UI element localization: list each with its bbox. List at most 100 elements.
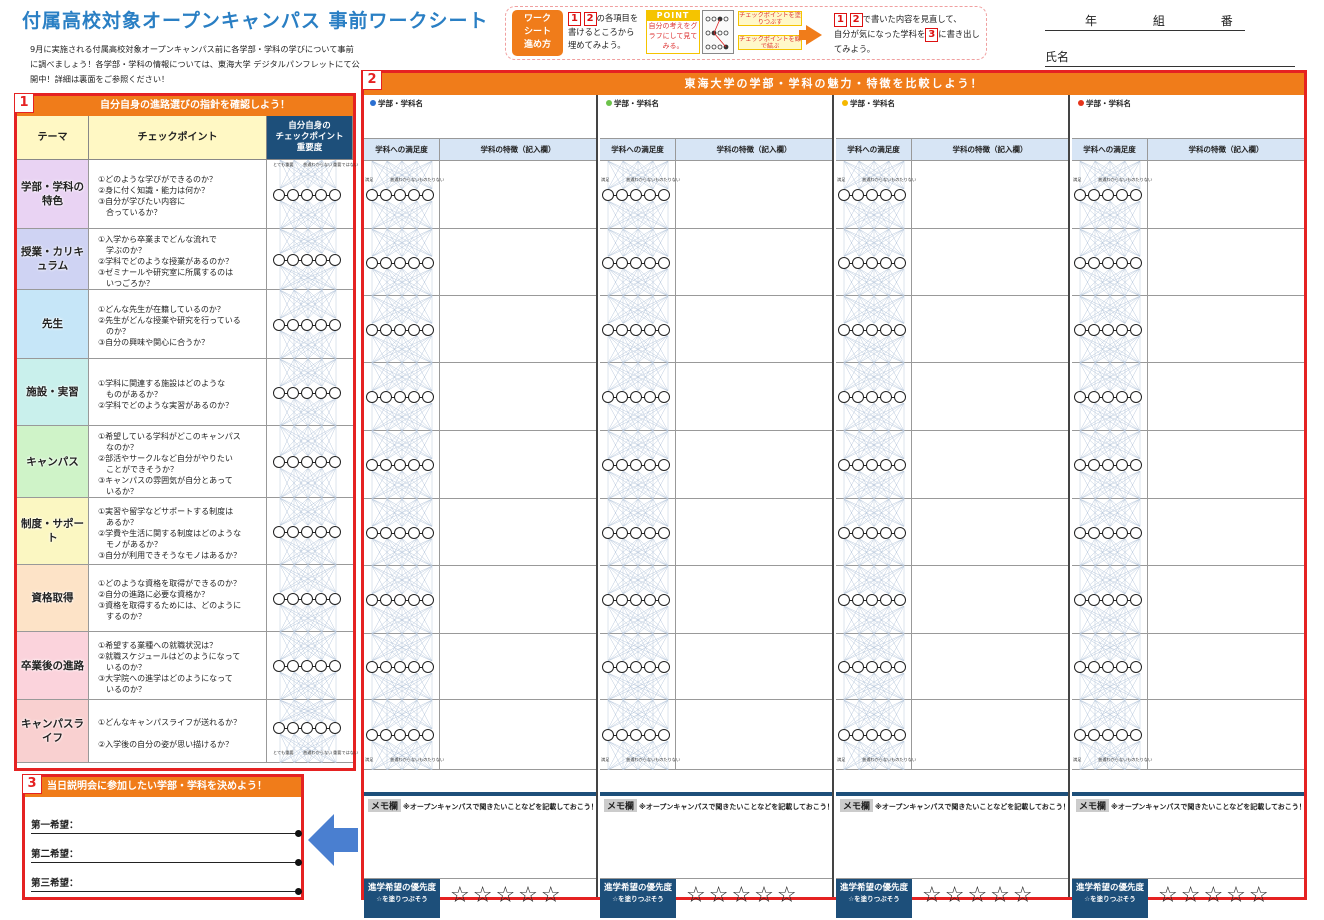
satisfaction-scale[interactable] bbox=[1072, 296, 1148, 363]
satisfaction-option[interactable] bbox=[655, 459, 670, 471]
satisfaction-circles[interactable] bbox=[602, 189, 670, 201]
satisfaction-option[interactable] bbox=[655, 661, 670, 673]
satisfaction-scale[interactable] bbox=[600, 566, 676, 634]
importance-option[interactable] bbox=[326, 525, 341, 538]
wish-3-field[interactable]: 第三希望： bbox=[31, 875, 302, 895]
importance-scale[interactable] bbox=[267, 359, 353, 426]
satisfaction-scale[interactable]: 満足 普通わからない ものたりない bbox=[600, 700, 680, 770]
importance-circles[interactable] bbox=[273, 660, 341, 672]
importance-circles[interactable] bbox=[273, 386, 341, 399]
satisfaction-option[interactable] bbox=[655, 189, 670, 201]
satisfaction-option[interactable] bbox=[419, 256, 434, 269]
satisfaction-option[interactable] bbox=[891, 256, 906, 269]
importance-option[interactable] bbox=[326, 660, 341, 672]
satisfaction-option[interactable] bbox=[1127, 661, 1142, 673]
satisfaction-option[interactable] bbox=[419, 661, 434, 673]
satisfaction-option[interactable] bbox=[1127, 256, 1142, 269]
satisfaction-option[interactable] bbox=[655, 526, 670, 539]
satisfaction-circles[interactable] bbox=[838, 323, 906, 336]
satisfaction-circles[interactable] bbox=[838, 661, 906, 673]
satisfaction-scale[interactable]: 満足 普通わからない ものたりない bbox=[1072, 161, 1152, 229]
satisfaction-circles[interactable] bbox=[602, 459, 670, 471]
satisfaction-circles[interactable] bbox=[602, 729, 670, 741]
satisfaction-option[interactable] bbox=[655, 729, 670, 741]
satisfaction-scale[interactable] bbox=[600, 431, 676, 499]
satisfaction-option[interactable] bbox=[1127, 594, 1142, 606]
satisfaction-option[interactable] bbox=[419, 526, 434, 539]
satisfaction-scale[interactable]: 満足 普通わからない ものたりない bbox=[364, 700, 444, 770]
satisfaction-circles[interactable] bbox=[366, 391, 434, 403]
satisfaction-circles[interactable] bbox=[366, 729, 434, 741]
importance-circles[interactable] bbox=[273, 318, 341, 331]
importance-option[interactable] bbox=[326, 318, 341, 331]
satisfaction-option[interactable] bbox=[1127, 729, 1142, 741]
satisfaction-circles[interactable] bbox=[838, 526, 906, 539]
satisfaction-circles[interactable] bbox=[602, 256, 670, 269]
priority-stars[interactable]: ☆☆☆☆☆ bbox=[922, 883, 1036, 908]
satisfaction-option[interactable] bbox=[655, 594, 670, 606]
satisfaction-scale[interactable] bbox=[364, 363, 440, 431]
importance-scale[interactable] bbox=[267, 565, 353, 632]
satisfaction-circles[interactable] bbox=[838, 459, 906, 471]
importance-circles[interactable] bbox=[273, 722, 341, 734]
priority-stars[interactable]: ☆☆☆☆☆ bbox=[686, 883, 800, 908]
satisfaction-option[interactable] bbox=[891, 459, 906, 471]
importance-scale[interactable] bbox=[267, 632, 353, 700]
satisfaction-scale[interactable] bbox=[1072, 363, 1148, 431]
satisfaction-option[interactable] bbox=[419, 729, 434, 741]
importance-scale[interactable] bbox=[267, 290, 353, 359]
satisfaction-circles[interactable] bbox=[838, 256, 906, 269]
satisfaction-circles[interactable] bbox=[1074, 459, 1142, 471]
satisfaction-scale[interactable] bbox=[600, 634, 676, 700]
priority-stars[interactable]: ☆☆☆☆☆ bbox=[1158, 883, 1272, 908]
importance-circles[interactable] bbox=[273, 188, 341, 201]
importance-circles[interactable] bbox=[273, 525, 341, 538]
satisfaction-option[interactable] bbox=[655, 256, 670, 269]
memo-area[interactable]: メモ欄 ※オープンキャンパスで聞きたいことなどを記載しておこう！ bbox=[836, 792, 1070, 878]
importance-option[interactable] bbox=[326, 722, 341, 734]
satisfaction-circles[interactable] bbox=[838, 729, 906, 741]
satisfaction-circles[interactable] bbox=[366, 256, 434, 269]
satisfaction-circles[interactable] bbox=[1074, 594, 1142, 606]
satisfaction-option[interactable] bbox=[419, 459, 434, 471]
importance-scale[interactable] bbox=[267, 498, 353, 565]
satisfaction-option[interactable] bbox=[655, 391, 670, 403]
satisfaction-option[interactable] bbox=[419, 323, 434, 336]
satisfaction-circles[interactable] bbox=[366, 459, 434, 471]
satisfaction-circles[interactable] bbox=[366, 661, 434, 673]
department-name-field[interactable]: 学部・学科名 bbox=[364, 95, 596, 139]
satisfaction-option[interactable] bbox=[891, 594, 906, 606]
satisfaction-circles[interactable] bbox=[366, 189, 434, 201]
satisfaction-circles[interactable] bbox=[838, 391, 906, 403]
satisfaction-scale[interactable] bbox=[836, 296, 912, 363]
satisfaction-scale[interactable] bbox=[836, 431, 912, 499]
satisfaction-scale[interactable]: 満足 普通わからない ものたりない bbox=[836, 700, 916, 770]
satisfaction-scale[interactable]: 満足 普通わからない ものたりない bbox=[600, 161, 680, 229]
satisfaction-scale[interactable] bbox=[1072, 634, 1148, 700]
satisfaction-scale[interactable] bbox=[836, 363, 912, 431]
satisfaction-circles[interactable] bbox=[602, 594, 670, 606]
memo-area[interactable]: メモ欄 ※オープンキャンパスで聞きたいことなどを記載しておこう！ bbox=[1072, 792, 1306, 878]
satisfaction-scale[interactable] bbox=[600, 363, 676, 431]
importance-scale[interactable] bbox=[267, 426, 353, 498]
importance-circles[interactable] bbox=[273, 253, 341, 266]
memo-area[interactable]: メモ欄 ※オープンキャンパスで聞きたいことなどを記載しておこう！ bbox=[364, 792, 598, 878]
satisfaction-scale[interactable] bbox=[364, 229, 440, 296]
satisfaction-option[interactable] bbox=[419, 189, 434, 201]
satisfaction-circles[interactable] bbox=[366, 323, 434, 336]
satisfaction-scale[interactable]: 満足 普通わからない ものたりない bbox=[836, 161, 916, 229]
satisfaction-circles[interactable] bbox=[602, 391, 670, 403]
importance-option[interactable] bbox=[326, 188, 341, 201]
memo-area[interactable]: メモ欄 ※オープンキャンパスで聞きたいことなどを記載しておこう！ bbox=[600, 792, 834, 878]
satisfaction-circles[interactable] bbox=[1074, 526, 1142, 539]
importance-option[interactable] bbox=[326, 456, 341, 468]
satisfaction-scale[interactable]: 満足 普通わからない ものたりない bbox=[364, 161, 444, 229]
name-field[interactable]: 氏名 bbox=[1045, 48, 1295, 67]
satisfaction-scale[interactable] bbox=[364, 296, 440, 363]
satisfaction-circles[interactable] bbox=[838, 594, 906, 606]
satisfaction-option[interactable] bbox=[891, 189, 906, 201]
satisfaction-circles[interactable] bbox=[1074, 256, 1142, 269]
satisfaction-circles[interactable] bbox=[1074, 729, 1142, 741]
satisfaction-option[interactable] bbox=[891, 323, 906, 336]
importance-option[interactable] bbox=[326, 592, 341, 605]
